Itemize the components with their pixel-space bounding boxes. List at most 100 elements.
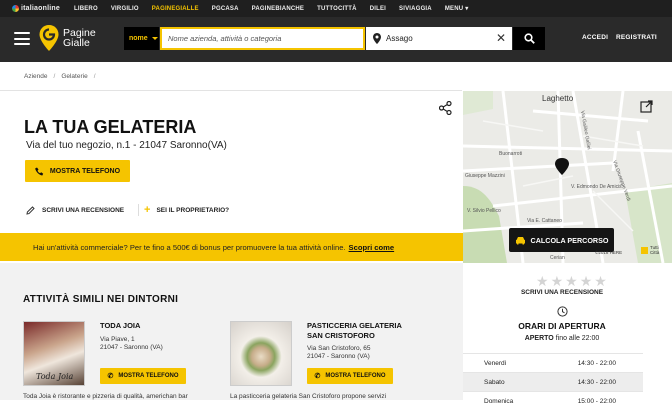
write-review-cta[interactable]: SCRIVI UNA RECENSIONE (463, 289, 661, 296)
topnav-virgilio[interactable]: VIRGILIO (111, 6, 139, 12)
topnav-tuttocitta[interactable]: TUTTOCITTÀ (317, 6, 357, 12)
promo-text: Hai un'attività commerciale? Per te fino… (33, 242, 346, 252)
similar-business-address: Via San Cristoforo, 65 21047 - Saronno (… (307, 345, 370, 361)
topnav-paginebianche[interactable]: PAGINEBIANCHE (252, 6, 305, 12)
main-header: Pagine Gialle nome Nome azienda, attivit… (0, 17, 672, 62)
share-icon[interactable] (439, 101, 452, 115)
car-icon (515, 236, 525, 244)
address-line: 21047 - Saronno (VA) (100, 344, 163, 351)
address-line: Via Piave, 1 (100, 336, 135, 343)
search-type-select[interactable]: nome (124, 27, 159, 50)
similar-business-name-line1: PASTICCERIA GELATERIA (307, 321, 402, 330)
claim-business-link[interactable]: + SEI IL PROPRIETARIO? (144, 204, 230, 216)
map-label: Via E. Cattaneo (527, 218, 562, 224)
location-input[interactable]: Assago ✕ (366, 27, 512, 50)
location-pin-icon (373, 33, 381, 44)
open-status: APERTO fino alle 22:00 (463, 335, 661, 342)
similar-business-name[interactable]: PASTICCERIA GELATERIA SAN CRISTOFORO (307, 321, 402, 341)
similar-business-name[interactable]: TODA JOIA (100, 321, 140, 331)
photo-caption: Toda Joia (36, 372, 74, 381)
search-type-value: nome (129, 35, 148, 42)
business-photo[interactable]: Toda Joia (23, 321, 85, 386)
business-photo[interactable] (230, 321, 292, 386)
pencil-icon (26, 206, 35, 215)
paginegialle-logo[interactable]: Pagine Gialle (38, 24, 96, 52)
italiaonline-logo[interactable]: italiaonline (12, 5, 60, 12)
topnav-menu-label: MENU (444, 6, 464, 12)
breadcrumb-gelaterie[interactable]: Gelaterie (61, 73, 87, 80)
business-name: LA TUA GELATERIA (24, 117, 197, 137)
claim-business-label: SEI IL PROPRIETARIO? (156, 207, 230, 214)
breadcrumb-aziende[interactable]: Aziende (24, 73, 48, 80)
topnav-pgcasa[interactable]: PGCASA (212, 6, 239, 12)
map-label: V. Silvio Pellico (467, 208, 501, 214)
topnav-siviaggia[interactable]: SIVIAGGIA (399, 6, 432, 12)
clear-location-icon[interactable]: ✕ (496, 32, 506, 44)
open-status-badge: APERTO (524, 335, 554, 342)
map-label: Giuseppe Mazzini (465, 173, 505, 179)
hamburger-menu-icon[interactable] (14, 32, 30, 45)
hours-row: Venerdì 14:30 - 22:00 (463, 353, 643, 372)
search-input[interactable]: Nome azienda, attività o categoria (160, 27, 365, 50)
search-icon (523, 33, 535, 44)
topnav-dilei[interactable]: DILEI (370, 6, 386, 12)
star-icon[interactable]: ★ (594, 274, 607, 288)
address-line: 21047 - Saronno (VA) (307, 353, 370, 360)
breadcrumb-separator: / (93, 73, 96, 80)
map[interactable]: Laghetto Buonarroti Giuseppe Mazzini V. … (463, 91, 672, 263)
star-icon[interactable]: ★ (536, 274, 549, 288)
similar-business-name-line1: TODA JOIA (100, 321, 141, 330)
search-button[interactable] (513, 27, 545, 50)
promo-banner: Hai un'attività commerciale? Per te fino… (0, 233, 463, 261)
paginegialle-pin-icon (39, 25, 59, 51)
breadcrumb: Aziende / Gelaterie / (24, 73, 96, 80)
calculate-route-label: CALCOLA PERCORSO (530, 235, 609, 245)
location-value: Assago (386, 34, 413, 43)
topnav-paginegialle[interactable]: PAGINEGIALLE (152, 6, 199, 12)
similar-business-description: La pasticceria gelateria San Cristoforo … (230, 393, 387, 400)
opening-hours-title: ORARI DI APERTURA (518, 321, 606, 331)
italiaonline-logo-text: italiaonline (21, 5, 60, 12)
star-icon[interactable]: ★ (565, 274, 578, 288)
divider (0, 90, 462, 91)
write-review-label: SCRIVI UNA RECENSIONE (42, 207, 125, 214)
phone-icon: ✆ (107, 373, 114, 380)
map-label: V. Edmondo De Amicis (571, 184, 622, 190)
breadcrumb-separator: / (53, 73, 56, 80)
italiaonline-logo-icon (12, 5, 19, 12)
open-map-icon[interactable] (640, 100, 653, 113)
show-phone-button[interactable]: ✆ MOSTRA TELEFONO (307, 368, 393, 384)
star-icon[interactable]: ★ (580, 274, 593, 288)
brand-line2: Gialle (63, 37, 90, 49)
tuttocitta-logo[interactable]: Tutti Città (641, 245, 659, 255)
similar-title: ATTIVITÀ SIMILI NEI DINTORNI (23, 294, 179, 305)
calculate-route-button[interactable]: CALCOLA PERCORSO (509, 228, 614, 252)
business-address: Via del tuo negozio, n.1 - 21047 Saronno… (26, 140, 227, 151)
plus-icon: + (144, 204, 151, 216)
divider (138, 204, 139, 216)
topnav-libero[interactable]: LIBERO (74, 6, 98, 12)
show-phone-button[interactable]: ✆ MOSTRA TELEFONO (100, 368, 186, 384)
similar-business-name-line2: SAN CRISTOFORO (307, 331, 375, 340)
chevron-down-icon: ▾ (465, 6, 469, 12)
search-placeholder: Nome azienda, attività o categoria (168, 34, 282, 43)
promo-link[interactable]: Scopri come (349, 243, 395, 252)
star-icon[interactable]: ★ (551, 274, 564, 288)
write-review-link[interactable]: SCRIVI UNA RECENSIONE (26, 206, 124, 215)
address-line: Via San Cristoforo, 65 (307, 345, 371, 352)
rating-stars[interactable]: ★ ★ ★ ★ ★ (536, 274, 607, 288)
topnav-menu[interactable]: MENU ▾ (445, 5, 469, 12)
show-phone-button[interactable]: MOSTRA TELEFONO (25, 160, 130, 182)
show-phone-label: MOSTRA TELEFONO (325, 373, 386, 379)
register-link[interactable]: REGISTRATI (616, 34, 657, 41)
login-link[interactable]: ACCEDI (582, 34, 608, 41)
hours-day: Domenica (484, 397, 514, 405)
show-phone-label: MOSTRA TELEFONO (118, 373, 179, 379)
map-copyright: ©2018 HERE (595, 250, 623, 255)
hours-time: 14:30 - 22:00 (577, 359, 616, 367)
tuttocitta-line2: Città (650, 250, 660, 255)
caret-down-icon (151, 37, 158, 43)
open-until-text: fino alle 22:00 (555, 335, 600, 342)
hours-day: Venerdì (484, 359, 507, 367)
phone-icon (35, 167, 44, 175)
